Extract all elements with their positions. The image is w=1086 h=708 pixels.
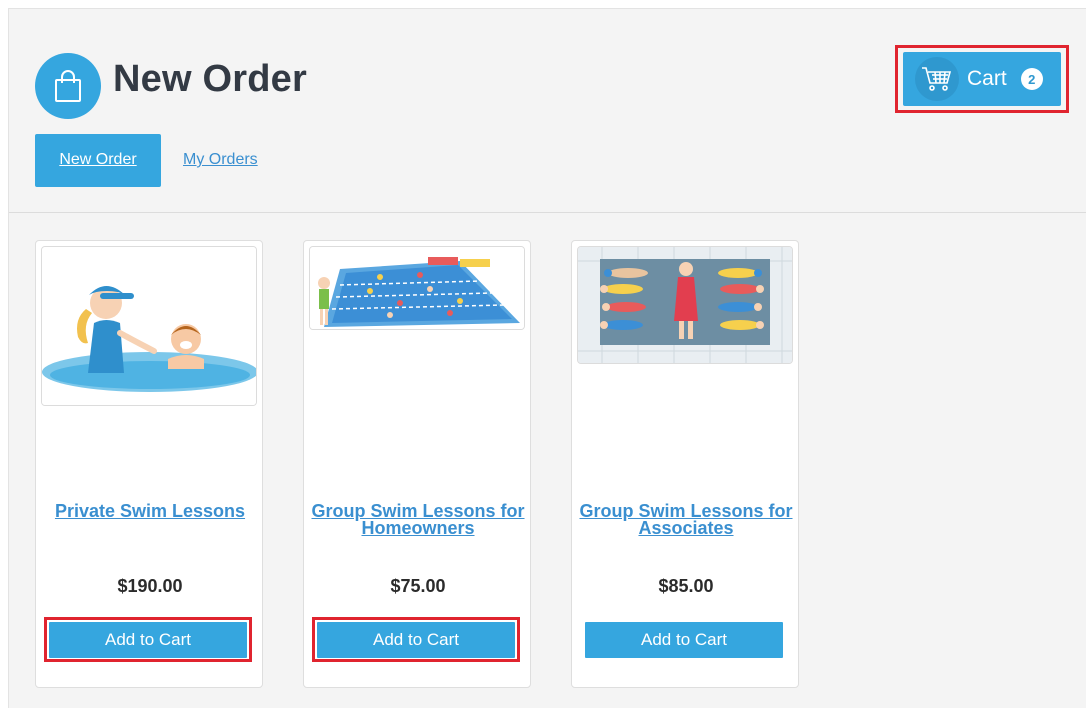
product-image-private[interactable]	[41, 246, 257, 406]
product-image-associates[interactable]	[577, 246, 793, 364]
product-price: $190.00	[117, 576, 183, 596]
page-header: New Order New Order My Orders Cart 2	[9, 9, 1086, 213]
product-grid: Private Swim Lessons $190.00 Add to Cart	[9, 214, 1086, 708]
product-card: Group Swim Lessons for Associates $85.00…	[571, 240, 799, 688]
cart-count-badge: 2	[1020, 68, 1043, 90]
page-frame: New Order New Order My Orders Cart 2 Pri…	[8, 8, 1086, 708]
add-to-cart-button[interactable]: Add to Cart	[585, 622, 783, 658]
cart-highlight: Cart 2	[895, 45, 1069, 113]
product-name[interactable]: Group Swim Lessons for Associates	[572, 502, 800, 537]
product-card: Private Swim Lessons $190.00 Add to Cart	[35, 240, 263, 688]
add-to-cart-highlight: Add to Cart	[312, 617, 520, 662]
add-to-cart-highlight: Add to Cart	[44, 617, 252, 662]
tab-new-order[interactable]: New Order	[35, 133, 161, 187]
add-to-cart-button[interactable]: Add to Cart	[49, 622, 247, 658]
add-to-cart-button[interactable]: Add to Cart	[317, 622, 515, 658]
shopping-bag-icon	[35, 53, 101, 119]
tab-my-orders[interactable]: My Orders	[183, 151, 258, 169]
cart-label: Cart	[967, 67, 1007, 90]
add-to-cart-container: Add to Cart	[580, 617, 788, 662]
cart-button[interactable]: Cart 2	[903, 52, 1061, 106]
shopping-cart-icon	[915, 57, 959, 101]
product-image-homeowners[interactable]	[309, 246, 525, 330]
product-price: $85.00	[658, 576, 714, 596]
product-price: $75.00	[390, 576, 446, 596]
order-tabs: New Order My Orders	[35, 133, 258, 187]
product-name[interactable]: Group Swim Lessons for Homeowners	[304, 502, 532, 537]
page-title: New Order	[113, 58, 307, 100]
product-name[interactable]: Private Swim Lessons	[36, 502, 264, 520]
product-card: Group Swim Lessons for Homeowners $75.00…	[303, 240, 531, 688]
